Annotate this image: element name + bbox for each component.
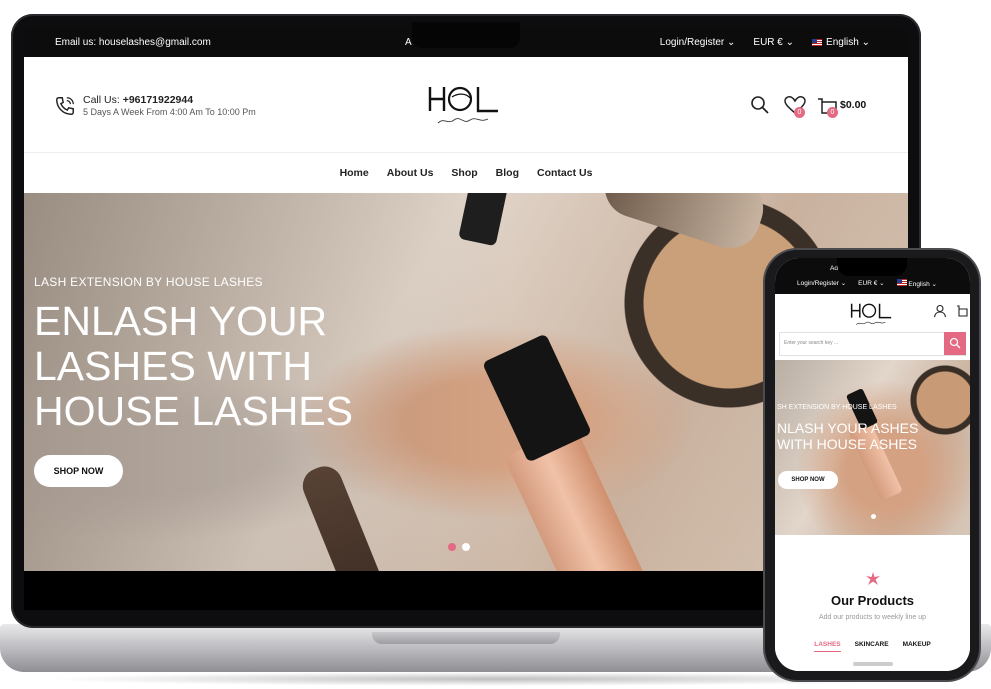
search-icon bbox=[751, 96, 769, 114]
header-icons bbox=[751, 96, 837, 114]
phone-notch bbox=[837, 258, 907, 276]
phone-search-button[interactable] bbox=[944, 332, 966, 355]
cart-icon[interactable] bbox=[955, 304, 969, 318]
our-products-heading: Our Products bbox=[830, 593, 915, 608]
phone-top-actions: Login/Register ⌄ EUR € ⌄ English ⌄ bbox=[797, 279, 937, 288]
phone-language-select[interactable]: English ⌄ bbox=[896, 279, 937, 288]
tab-skincare[interactable]: SKINCARE bbox=[855, 641, 889, 652]
tab-lashes[interactable]: LASHES bbox=[814, 641, 841, 652]
laptop-opening-notch bbox=[372, 632, 560, 644]
email-text: Email us: houselashes@gmail.com bbox=[55, 37, 211, 48]
us-flag-icon bbox=[812, 39, 823, 46]
nav-contact-us[interactable]: Contact Us bbox=[537, 167, 592, 179]
phone-login-register-link[interactable]: Login/Register ⌄ bbox=[797, 279, 846, 288]
phone-hero-subtitle: SH EXTENSION BY HOUSE LASHES bbox=[777, 404, 897, 411]
shop-now-button[interactable]: SHOP NOW bbox=[34, 455, 123, 487]
phone-number[interactable]: +96171922944 bbox=[123, 94, 193, 106]
site-header: Call Us: +96171922944 5 Days A Week From… bbox=[24, 57, 908, 153]
cart-count-badge: 0 bbox=[827, 107, 838, 118]
phone-hero-banner: SH EXTENSION BY HOUSE LASHES NLASH YOUR … bbox=[775, 360, 970, 535]
call-us: Call Us: +96171922944 bbox=[83, 94, 193, 106]
nav-home[interactable]: Home bbox=[340, 167, 369, 179]
laptop-camera-notch bbox=[412, 22, 520, 48]
us-flag-icon bbox=[896, 279, 907, 286]
phone-header bbox=[775, 294, 970, 332]
user-icon[interactable] bbox=[933, 304, 947, 318]
phone-slider-dot[interactable] bbox=[871, 514, 876, 519]
nav-shop[interactable]: Shop bbox=[451, 167, 477, 179]
opening-hours: 5 Days A Week From 4:00 Am To 10:00 Pm bbox=[83, 107, 256, 117]
search-icon bbox=[949, 337, 961, 349]
login-register-link[interactable]: Login/Register ⌄ bbox=[660, 37, 736, 48]
language-select[interactable]: English ⌄ bbox=[812, 37, 870, 48]
hero-title: ENLASH YOUR LASHES WITH HOUSE LASHES bbox=[34, 298, 353, 434]
call-label: Call Us: bbox=[83, 94, 120, 106]
slider-dot[interactable] bbox=[462, 543, 470, 551]
wishlist-count-badge: 0 bbox=[794, 107, 805, 118]
our-products-section: Our Products Add our products to weekly … bbox=[775, 535, 970, 671]
phone-shop-now-button[interactable]: SHOP NOW bbox=[778, 471, 838, 489]
slider-dot-active[interactable] bbox=[448, 543, 456, 551]
nav-blog[interactable]: Blog bbox=[496, 167, 519, 179]
phone-language-label: English ⌄ bbox=[908, 281, 937, 288]
phone-screen: Addi ms Login/Register ⌄ EUR € ⌄ English… bbox=[775, 258, 970, 671]
cart-total[interactable]: $0.00 bbox=[840, 99, 866, 111]
house-lashes-logo[interactable] bbox=[847, 296, 897, 330]
phone-search-bar[interactable]: Enter your search key ... bbox=[779, 332, 966, 356]
nav-about-us[interactable]: About Us bbox=[387, 167, 434, 179]
house-lashes-logo[interactable] bbox=[422, 77, 508, 129]
phone-home-indicator bbox=[853, 662, 893, 666]
phone-hero-title: NLASH YOUR ASHES WITH HOUSE ASHES bbox=[777, 420, 919, 452]
product-tabs: LASHES SKINCARE MAKEUP bbox=[775, 641, 970, 652]
hero-subtitle: LASH EXTENSION BY HOUSE LASHES bbox=[34, 275, 263, 289]
main-nav: Home About Us Shop Blog Contact Us bbox=[24, 153, 908, 193]
tab-makeup[interactable]: MAKEUP bbox=[903, 641, 931, 652]
flower-icon bbox=[866, 572, 880, 585]
our-products-tagline: Add our products to weekly line up bbox=[818, 614, 926, 621]
phone-search-input[interactable]: Enter your search key ... bbox=[784, 340, 838, 346]
top-bar-actions: Login/Register ⌄ EUR € ⌄ English ⌄ bbox=[660, 37, 870, 48]
phone-icon bbox=[56, 97, 74, 115]
language-label: English ⌄ bbox=[826, 37, 870, 48]
currency-select[interactable]: EUR € ⌄ bbox=[753, 37, 794, 48]
announcement-text: A bbox=[405, 37, 412, 48]
phone-currency-select[interactable]: EUR € ⌄ bbox=[858, 279, 884, 288]
